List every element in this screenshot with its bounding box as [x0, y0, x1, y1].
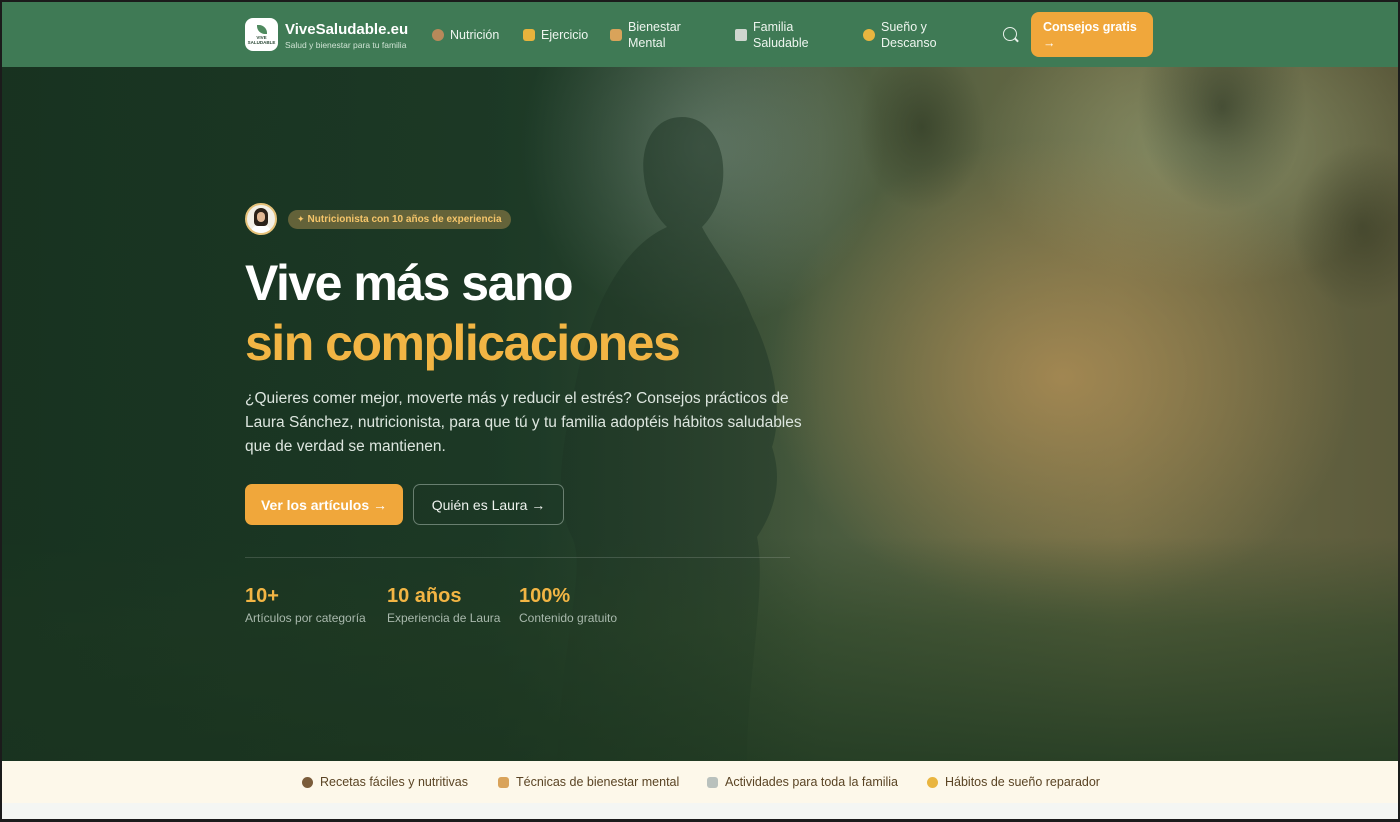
nav-label: Bienestar Mental [628, 19, 681, 50]
brand-tagline: Salud y bienestar para tu familia [285, 40, 407, 50]
browser-viewport: VIVE SALUDABLE ViveSaludable.eu Salud y … [2, 2, 1398, 819]
feature-label: Actividades para toda la familia [725, 775, 899, 789]
nav-label: Ejercicio [541, 27, 589, 42]
experience-badge: ✦ Nutricionista con 10 años de experienc… [288, 210, 511, 229]
nav-label: Familia Saludable [753, 19, 809, 50]
nav-label: Sueño y Descanso [881, 19, 937, 50]
nav-item-familia-saludable[interactable]: Familia Saludable [735, 2, 831, 67]
stat-value: 10+ [245, 585, 279, 607]
logo-text: VIVE SALUDABLE [247, 34, 276, 45]
free-tips-button[interactable]: Consejos gratis → [1031, 12, 1153, 57]
view-articles-button[interactable]: Ver los artículos → [245, 484, 403, 525]
meditation-icon [610, 28, 622, 41]
stat-label: Artículos por categoría [245, 611, 366, 625]
feature-label: Técnicas de bienestar mental [516, 775, 680, 789]
divider [245, 557, 790, 558]
hero-title-highlight: sin complicaciones [245, 315, 681, 371]
feature-item: Hábitos de sueño reparador [927, 761, 1100, 803]
bowl-icon [432, 28, 444, 41]
about-laura-button[interactable]: Quién es Laura → [413, 484, 564, 525]
family-icon [707, 776, 718, 788]
brand-name[interactable]: ViveSaludable.eu [285, 21, 408, 38]
site-header: VIVE SALUDABLE ViveSaludable.eu Salud y … [2, 2, 1398, 67]
stat-label: Experiencia de Laura [387, 611, 501, 625]
feature-label: Recetas fáciles y nutritivas [320, 775, 468, 789]
nav-label: Nutrición [450, 27, 500, 42]
page-bottom [2, 803, 1398, 819]
sleeping-face-icon [863, 28, 875, 41]
hero-section: ✦ Nutricionista con 10 años de experienc… [2, 67, 1398, 761]
sparkle-icon: ✦ [297, 214, 305, 224]
badge-label: Nutricionista con 10 años de experiencia [307, 214, 502, 225]
stat-value: 10 años [387, 585, 462, 607]
feature-item: Técnicas de bienestar mental [498, 761, 679, 803]
leaf-icon [256, 24, 267, 34]
nav-item-bienestar-mental[interactable]: Bienestar Mental [610, 2, 700, 67]
nav-item-sueno-descanso[interactable]: Sueño y Descanso [863, 2, 953, 67]
hero-title: Vive más sano [245, 255, 574, 311]
features-strip: Recetas fáciles y nutritivas Técnicas de… [2, 761, 1398, 803]
nav-item-nutricion[interactable]: Nutrición [432, 2, 499, 67]
feature-item: Actividades para toda la familia [707, 761, 898, 803]
sleeping-face-icon [927, 776, 938, 788]
feature-label: Hábitos de sueño reparador [945, 775, 1100, 789]
meditation-icon [498, 776, 509, 788]
search-icon[interactable] [1003, 27, 1017, 41]
logo[interactable]: VIVE SALUDABLE [245, 18, 278, 51]
author-avatar [245, 203, 277, 235]
hero-description: ¿Quieres comer mejor, moverte más y redu… [245, 390, 802, 455]
nav-item-ejercicio[interactable]: Ejercicio [523, 2, 588, 67]
bowl-icon [302, 776, 313, 788]
feature-item: Recetas fáciles y nutritivas [302, 761, 468, 803]
flexed-arm-icon [523, 28, 535, 41]
stat-value: 100% [519, 585, 571, 607]
family-icon [735, 28, 747, 41]
stat-label: Contenido gratuito [519, 611, 618, 625]
